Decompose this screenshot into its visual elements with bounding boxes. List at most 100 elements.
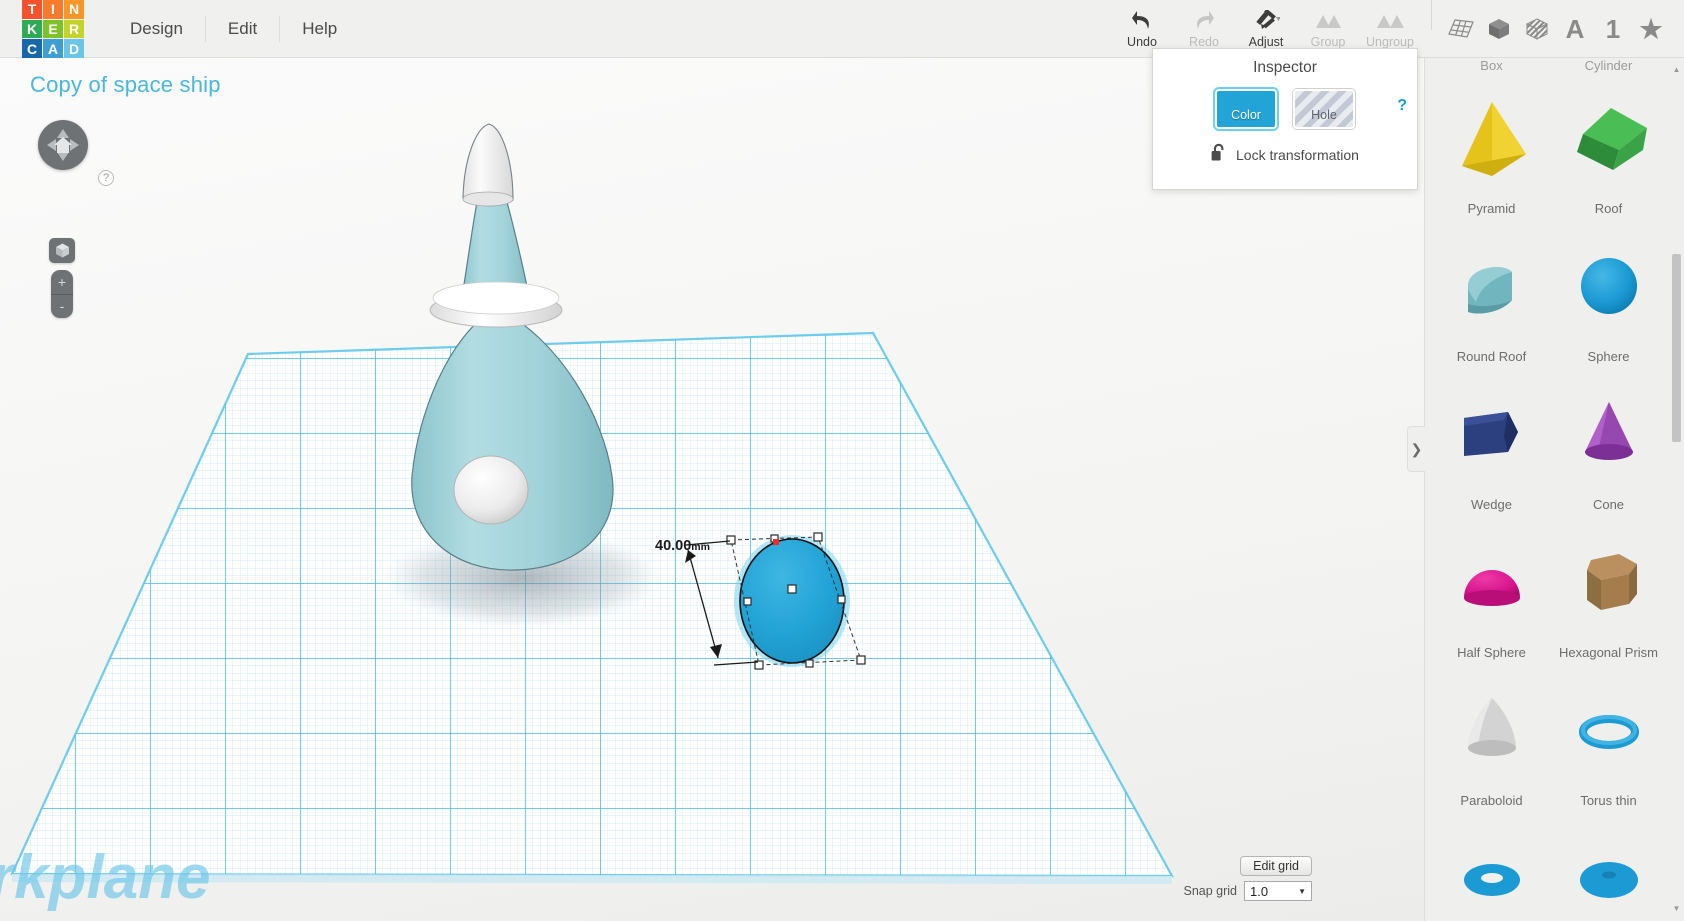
- shape-panel-scrollbar[interactable]: ▲ ▼: [1672, 66, 1681, 913]
- logo-tile: D: [64, 39, 84, 58]
- inspector-mode-row: Color Hole ?: [1153, 89, 1417, 129]
- redo-arrow-icon: [1192, 9, 1216, 33]
- shape-item-round-roof[interactable]: Round Roof: [1433, 224, 1550, 372]
- logo-tile: A: [43, 39, 63, 58]
- selection-handles: [726, 532, 866, 670]
- number-one-glyph: 1: [1605, 13, 1621, 44]
- shape-label: Round Roof: [1456, 349, 1527, 364]
- menu-help[interactable]: Help: [279, 16, 359, 42]
- torus-thin-icon: [1550, 668, 1667, 791]
- adjust-label: Adjust: [1248, 35, 1284, 49]
- hole-cube-icon[interactable]: [1518, 0, 1556, 58]
- shape-item-torus-thin[interactable]: Torus thin: [1550, 668, 1667, 816]
- zoom-in-button[interactable]: +: [51, 270, 73, 294]
- shape-item-torus[interactable]: Torus: [1433, 816, 1550, 921]
- inspector-title: Inspector: [1253, 59, 1317, 76]
- shape-list-scroll[interactable]: Box Cylinder Pyramid Roof Round Roof Sph…: [1433, 58, 1667, 921]
- shape-label: Wedge: [1471, 497, 1512, 512]
- shape-label: Half Sphere: [1457, 645, 1526, 660]
- shape-label: Pyramid: [1467, 201, 1516, 216]
- nav-help-icon[interactable]: ?: [98, 170, 114, 186]
- lock-transformation-row[interactable]: Lock transformation: [1153, 143, 1417, 167]
- half-sphere-icon: [1433, 520, 1550, 643]
- shape-item-sphere[interactable]: Sphere: [1550, 224, 1667, 372]
- fit-to-view-button[interactable]: [49, 238, 75, 263]
- ungroup-mountains-icon: [1375, 9, 1405, 33]
- zoom-controls: + -: [51, 270, 73, 318]
- inspector-panel: Inspector Color Hole ? Lock transformati…: [1152, 48, 1418, 190]
- favorite-star-icon[interactable]: ★: [1632, 0, 1670, 58]
- zoom-out-button[interactable]: -: [51, 295, 73, 319]
- round-roof-icon: [1433, 224, 1550, 347]
- dimension-value: 40.00: [655, 538, 692, 554]
- nav-down-arrow: [57, 152, 69, 161]
- nav-home-icon: [54, 137, 72, 153]
- shape-item-torus-thick[interactable]: Torus thick: [1550, 816, 1667, 921]
- toolbar-divider: [1431, 0, 1432, 30]
- logo-tile: R: [64, 19, 84, 39]
- shape-grid: Pyramid Roof Round Roof Sphere Wedge Con…: [1433, 76, 1667, 921]
- paraboloid-icon: [1433, 668, 1550, 791]
- view-navigation-widget[interactable]: [38, 120, 88, 170]
- space-ship-model: [411, 123, 614, 571]
- workplane-grid: [10, 331, 1174, 884]
- number-one-icon[interactable]: 1: [1594, 0, 1632, 58]
- grid-controls: Edit grid Snap grid 1.0 ▼: [1183, 856, 1312, 901]
- roof-icon: [1550, 76, 1667, 199]
- hexagonal-prism-icon: [1550, 520, 1667, 643]
- shape-label: Hexagonal Prism: [1559, 645, 1658, 660]
- shape-item-paraboloid[interactable]: Paraboloid: [1433, 668, 1550, 816]
- scroll-down-arrow-icon[interactable]: ▼: [1672, 905, 1681, 913]
- view-icon-group: A 1 ★: [1442, 0, 1684, 58]
- dimension-readout[interactable]: 40.00 mm: [655, 538, 710, 554]
- hole-swatch-button[interactable]: Hole: [1293, 89, 1355, 129]
- shape-library-panel: ❯ Box Cylinder Pyramid Roof Round Roof S…: [1407, 58, 1684, 921]
- shape-item-roof[interactable]: Roof: [1550, 76, 1667, 224]
- dimension-unit: mm: [691, 541, 710, 553]
- snap-grid-label: Snap grid: [1183, 884, 1237, 898]
- tinkercad-app: T I N K E R C A D Design Edit Help Undo …: [0, 0, 1684, 921]
- lock-transformation-label: Lock transformation: [1236, 147, 1359, 163]
- dimension-annotation: [685, 540, 759, 666]
- panel-collapse-toggle[interactable]: ❯: [1407, 426, 1425, 472]
- shape-item-wedge[interactable]: Wedge: [1433, 372, 1550, 520]
- nav-up-arrow: [57, 129, 69, 138]
- wedge-icon: [1433, 372, 1550, 495]
- adjust-tools-icon: [1252, 9, 1280, 33]
- scroll-up-arrow-icon[interactable]: ▲: [1672, 66, 1681, 74]
- undo-arrow-icon: [1130, 9, 1154, 33]
- menu-edit[interactable]: Edit: [204, 16, 279, 42]
- torus-icon: [1433, 816, 1550, 921]
- shape-item-cone[interactable]: Cone: [1550, 372, 1667, 520]
- cube-fit-icon: [55, 243, 69, 258]
- logo-tile: C: [22, 39, 42, 58]
- shape-label: Roof: [1594, 201, 1623, 216]
- open-padlock-icon: [1211, 143, 1226, 167]
- edit-grid-button[interactable]: Edit grid: [1240, 856, 1312, 876]
- workplane-grid-icon[interactable]: [1442, 0, 1480, 58]
- snap-grid-select[interactable]: 1.0 ▼: [1244, 881, 1312, 901]
- text-a-icon[interactable]: A: [1556, 0, 1594, 58]
- group-label: Group: [1310, 35, 1346, 49]
- tinkercad-logo[interactable]: T I N K E R C A D: [22, 0, 84, 58]
- logo-tile: K: [22, 19, 42, 39]
- pyramid-icon: [1433, 76, 1550, 199]
- inspector-help-icon[interactable]: ?: [1397, 97, 1407, 115]
- snap-grid-row: Snap grid 1.0 ▼: [1183, 881, 1312, 901]
- shape-item-half-sphere[interactable]: Half Sphere: [1433, 520, 1550, 668]
- undo-label: Undo: [1127, 35, 1157, 49]
- shape-item-hexagonal-prism[interactable]: Hexagonal Prism: [1550, 520, 1667, 668]
- menu-design[interactable]: Design: [108, 16, 205, 42]
- cut-label-cylinder: Cylinder: [1584, 58, 1633, 73]
- shape-label: Torus thin: [1580, 793, 1637, 808]
- shape-label: Sphere: [1587, 349, 1630, 364]
- shape-label: Paraboloid: [1460, 793, 1523, 808]
- star-glyph: ★: [1639, 13, 1663, 44]
- snap-grid-value: 1.0: [1250, 883, 1269, 899]
- shape-item-pyramid[interactable]: Pyramid: [1433, 76, 1550, 224]
- solid-cube-icon[interactable]: [1480, 0, 1518, 58]
- ungroup-label: Ungroup: [1366, 35, 1414, 49]
- color-swatch-button[interactable]: Color: [1215, 89, 1277, 129]
- cut-label-box: Box: [1480, 58, 1503, 73]
- scrollbar-thumb[interactable]: [1672, 254, 1681, 442]
